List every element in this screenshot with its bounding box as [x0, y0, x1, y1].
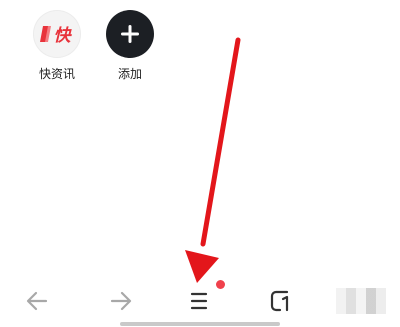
kuaizixun-logo-graphic: 快 — [40, 26, 73, 46]
tabs-button[interactable] — [264, 284, 298, 318]
kuaizixun-logo-icon: 快 — [33, 10, 81, 58]
forward-arrow-icon — [110, 291, 132, 311]
home-indicator — [120, 322, 280, 326]
notification-dot — [216, 280, 225, 289]
back-arrow-icon — [26, 291, 48, 311]
shortcut-add[interactable]: 添加 — [100, 10, 160, 82]
shortcut-label-add: 添加 — [117, 67, 142, 81]
forward-button[interactable] — [104, 284, 138, 318]
bottom-nav-bar — [0, 276, 400, 324]
tabs-icon — [270, 290, 289, 312]
plus-icon — [106, 10, 154, 58]
kuaizixun-logo-text: 快 — [54, 26, 73, 46]
menu-icon — [190, 292, 208, 310]
profile-button[interactable] — [336, 284, 386, 318]
menu-button[interactable] — [182, 284, 216, 318]
back-button[interactable] — [20, 284, 54, 318]
profile-avatar — [336, 288, 386, 314]
shortcut-label-kuaizixun: 快资讯 — [38, 67, 75, 81]
shortcut-kuaizixun[interactable]: 快 快资讯 — [27, 10, 87, 82]
